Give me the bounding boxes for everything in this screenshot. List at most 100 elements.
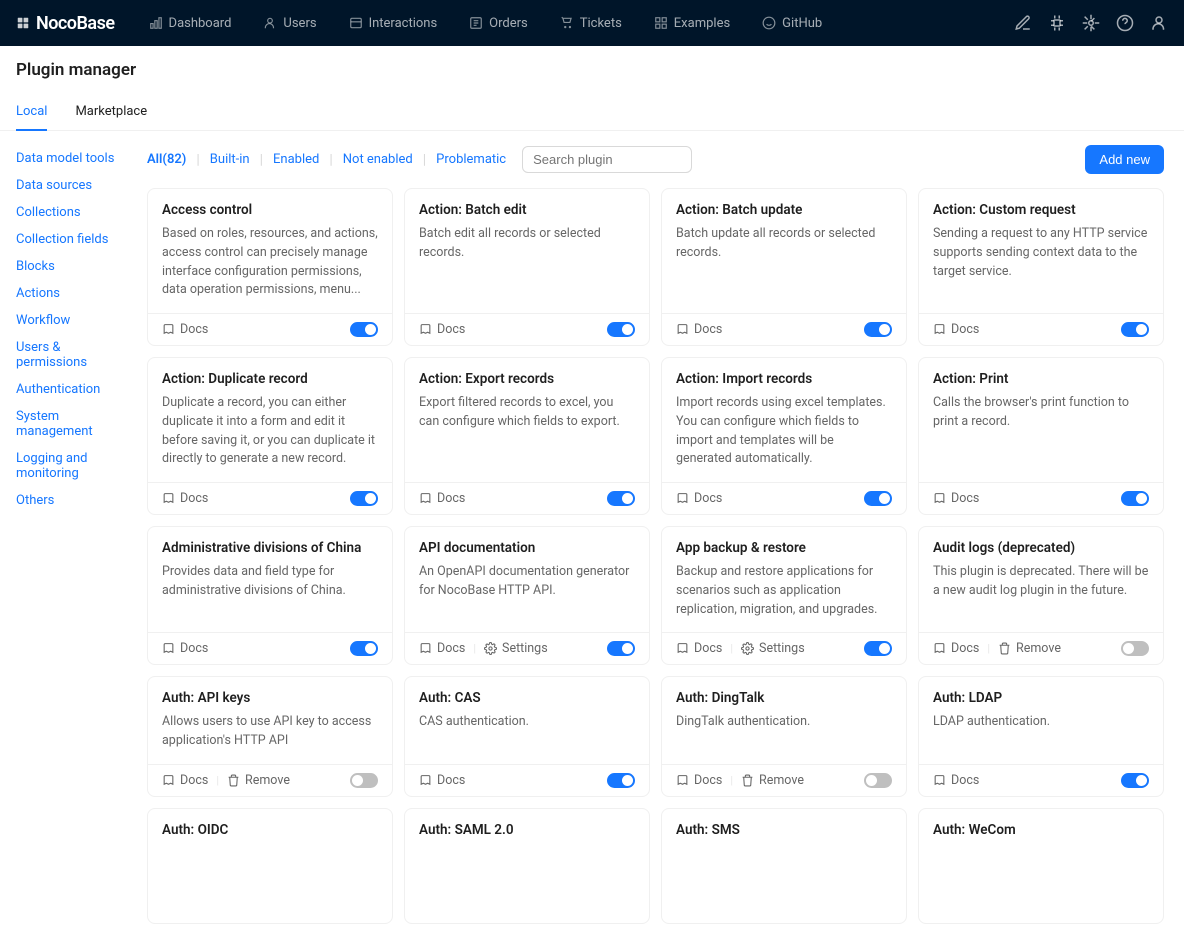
filter-link[interactable]: All(82) [147,152,186,167]
book-icon [419,323,432,336]
plugin-card[interactable]: Access controlBased on roles, resources,… [147,188,393,346]
gear-icon [484,642,497,655]
remove-link[interactable]: Remove [998,641,1061,656]
filter-link[interactable]: Built-in [210,152,250,167]
sidebar-item[interactable]: Workflow [16,307,131,334]
plugin-card[interactable]: API documentationAn OpenAPI documentatio… [404,526,650,665]
plugin-card[interactable]: Auth: OIDC [147,808,393,924]
toggle-switch[interactable] [1121,322,1149,337]
settings-link[interactable]: Settings [484,641,548,656]
toggle-switch[interactable] [350,641,378,656]
docs-link[interactable]: Docs [933,641,979,656]
docs-link[interactable]: Docs [676,773,722,788]
docs-link[interactable]: Docs [676,641,722,656]
toggle-switch[interactable] [607,773,635,788]
plugin-card[interactable]: Auth: WeCom [918,808,1164,924]
remove-link[interactable]: Remove [741,773,804,788]
gear-icon[interactable] [1082,14,1100,32]
logo[interactable]: NocoBase [16,13,115,34]
plugin-card[interactable]: Action: Batch editBatch edit all records… [404,188,650,346]
help-icon[interactable] [1116,14,1134,32]
toggle-switch[interactable] [607,641,635,656]
plugin-card[interactable]: App backup & restoreBackup and restore a… [661,526,907,665]
card-footer: Docs [919,482,1163,514]
nav-item[interactable]: Dashboard [135,0,246,46]
toggle-switch[interactable] [864,641,892,656]
filter-link[interactable]: Problematic [436,152,506,167]
sidebar-item[interactable]: Blocks [16,253,131,280]
tab[interactable]: Marketplace [75,94,147,130]
edit-icon[interactable] [1014,14,1032,32]
plugin-card[interactable]: Auth: DingTalkDingTalk authentication.Do… [661,676,907,797]
docs-link[interactable]: Docs [933,773,979,788]
sidebar-item[interactable]: System management [16,403,131,445]
plugin-icon[interactable] [1048,14,1066,32]
sidebar-item[interactable]: Data model tools [16,145,131,172]
toggle-switch[interactable] [350,322,378,337]
sidebar-item[interactable]: Authentication [16,376,131,403]
plugin-card[interactable]: Action: Import recordsImport records usi… [661,357,907,515]
toggle-switch[interactable] [1121,491,1149,506]
sidebar-item[interactable]: Others [16,487,131,514]
plugin-card[interactable]: Auth: CASCAS authentication.Docs [404,676,650,797]
toggle-switch[interactable] [350,773,378,788]
plugin-title: Administrative divisions of China [162,540,378,556]
plugin-card[interactable]: Administrative divisions of ChinaProvide… [147,526,393,665]
sidebar-item[interactable]: Data sources [16,172,131,199]
docs-link[interactable]: Docs [419,322,465,337]
docs-link[interactable]: Docs [419,773,465,788]
docs-link[interactable]: Docs [676,491,722,506]
filter-link[interactable]: Enabled [273,152,319,167]
sidebar-item[interactable]: Collections [16,199,131,226]
book-icon [419,774,432,787]
toggle-switch[interactable] [1121,773,1149,788]
docs-link[interactable]: Docs [676,322,722,337]
plugin-card[interactable]: Auth: LDAPLDAP authentication.Docs [918,676,1164,797]
toggle-switch[interactable] [864,322,892,337]
toggle-switch[interactable] [607,491,635,506]
nav-item[interactable]: Users [249,0,330,46]
plugin-card[interactable]: Action: Export recordsExport filtered re… [404,357,650,515]
book-icon [162,642,175,655]
docs-link[interactable]: Docs [162,641,208,656]
plugin-card[interactable]: Action: Custom requestSending a request … [918,188,1164,346]
search-input[interactable] [522,146,692,173]
plugin-card[interactable]: Action: Batch updateBatch update all rec… [661,188,907,346]
docs-link[interactable]: Docs [162,773,208,788]
tab[interactable]: Local [16,94,47,131]
user-icon[interactable] [1150,14,1168,32]
docs-link[interactable]: Docs [162,322,208,337]
sidebar-item[interactable]: Actions [16,280,131,307]
docs-link[interactable]: Docs [933,491,979,506]
docs-link[interactable]: Docs [162,491,208,506]
filter-bar: All(82)|Built-in|Enabled|Not enabled|Pro… [147,145,1164,174]
nav-item[interactable]: Orders [455,0,542,46]
toggle-switch[interactable] [1121,641,1149,656]
nav-item[interactable]: Tickets [546,0,636,46]
plugin-card[interactable]: Auth: SMS [661,808,907,924]
plugin-card[interactable]: Audit logs (deprecated)This plugin is de… [918,526,1164,665]
plugin-card[interactable]: Auth: API keysAllows users to use API ke… [147,676,393,797]
sidebar-item[interactable]: Collection fields [16,226,131,253]
plugin-card[interactable]: Action: PrintCalls the browser's print f… [918,357,1164,515]
docs-link[interactable]: Docs [419,491,465,506]
settings-link[interactable]: Settings [741,641,805,656]
add-new-button[interactable]: Add new [1085,145,1164,174]
docs-link[interactable]: Docs [933,322,979,337]
plugin-card[interactable]: Action: Duplicate recordDuplicate a reco… [147,357,393,515]
nav-item[interactable]: Interactions [335,0,452,46]
toggle-switch[interactable] [864,773,892,788]
plugin-card[interactable]: Auth: SAML 2.0 [404,808,650,924]
docs-link[interactable]: Docs [419,641,465,656]
toggle-switch[interactable] [350,491,378,506]
card-footer: Docs [919,764,1163,796]
toggle-switch[interactable] [864,491,892,506]
sidebar-item[interactable]: Logging and monitoring [16,445,131,487]
nav-label: Examples [674,16,730,31]
nav-item[interactable]: GitHub [748,0,836,46]
filter-link[interactable]: Not enabled [343,152,413,167]
sidebar-item[interactable]: Users & permissions [16,334,131,376]
remove-link[interactable]: Remove [227,773,290,788]
nav-item[interactable]: Examples [640,0,744,46]
toggle-switch[interactable] [607,322,635,337]
